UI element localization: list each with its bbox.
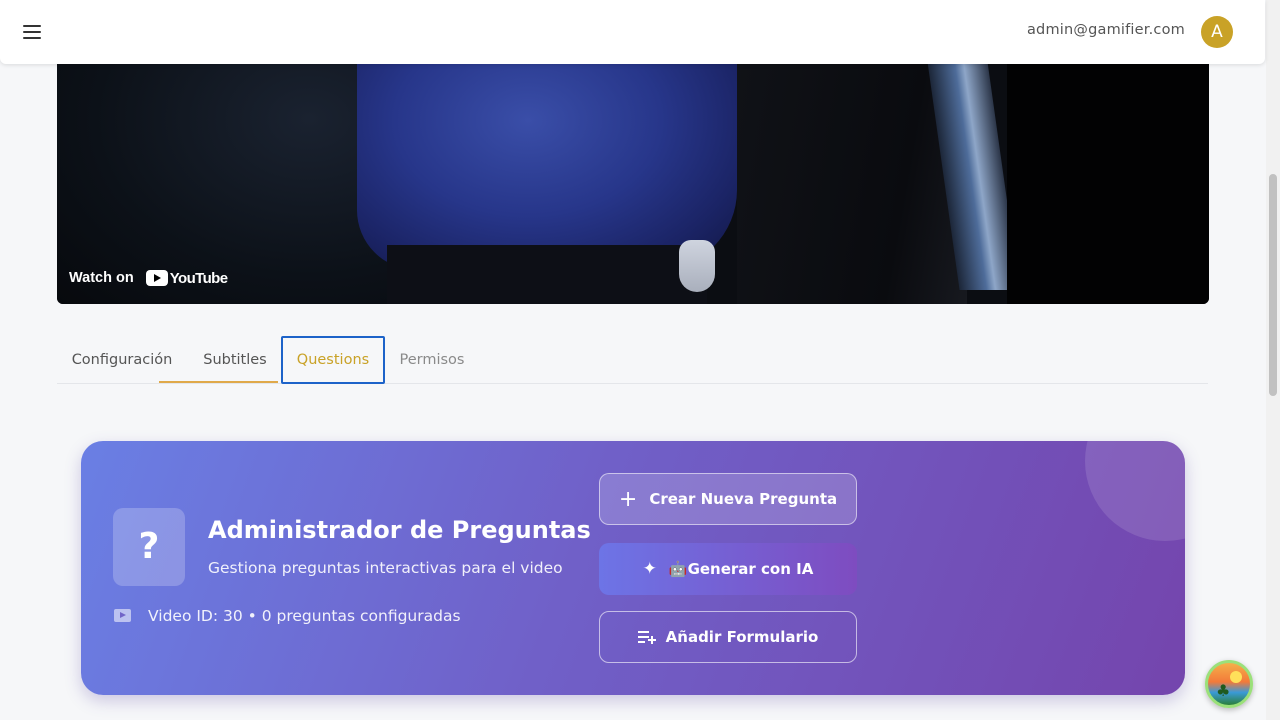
video-frame-shadow [387,245,707,304]
video-icon [114,609,131,622]
playlist-add-icon [637,630,656,644]
youtube-wordmark: YouTube [169,269,228,287]
tab-bar: Configuración Subtitles Questions Permis… [57,336,1208,384]
question-mark-icon: ? [113,508,185,586]
create-question-button[interactable]: + Crear Nueva Pregunta [599,473,857,525]
add-form-button[interactable]: Añadir Formulario [599,611,857,663]
tab-configuracion[interactable]: Configuración [57,336,187,384]
watch-on-label: Watch on [69,270,134,286]
panel-title: Administrador de Preguntas [208,516,591,544]
plus-icon: + [618,486,638,512]
video-frame-right [1007,40,1209,304]
generate-ai-label: 🤖Generar con IA [668,560,814,578]
page-scrollbar[interactable] [1266,0,1280,720]
avatar[interactable]: A [1201,16,1233,48]
island-assistant-icon[interactable]: ♣ [1205,660,1253,708]
sun-icon [1230,671,1242,683]
youtube-video-player[interactable]: Watch on YouTube [57,40,1209,304]
palm-tree-icon: ♣ [1216,681,1231,700]
decorative-circle [1085,441,1185,541]
video-frame-hand [679,240,715,292]
tab-questions[interactable]: Questions [281,336,385,384]
create-question-label: Crear Nueva Pregunta [649,490,838,508]
panel-subtitle: Gestiona preguntas interactivas para el … [208,559,563,577]
scrollbar-thumb[interactable] [1269,174,1277,396]
watch-on-youtube-link[interactable]: Watch on YouTube [69,266,228,290]
sparkle-icon: ✦ [642,559,657,579]
video-info: Video ID: 30 • 0 preguntas configuradas [148,607,461,625]
video-frame-figure [357,40,737,270]
youtube-play-icon [145,270,168,286]
user-email: admin@gamifier.com [1026,22,1185,38]
youtube-logo: YouTube [145,269,228,287]
menu-icon[interactable] [14,14,50,50]
top-app-bar: admin@gamifier.com A [0,0,1265,64]
add-form-label: Añadir Formulario [665,628,819,646]
tab-subtitles[interactable]: Subtitles [187,336,283,384]
question-manager-panel: ? Administrador de Preguntas Gestiona pr… [81,441,1185,695]
generate-ai-button[interactable]: ✦ 🤖Generar con IA [599,543,857,595]
tab-indicator [159,381,278,383]
tab-permisos[interactable]: Permisos [387,336,477,384]
